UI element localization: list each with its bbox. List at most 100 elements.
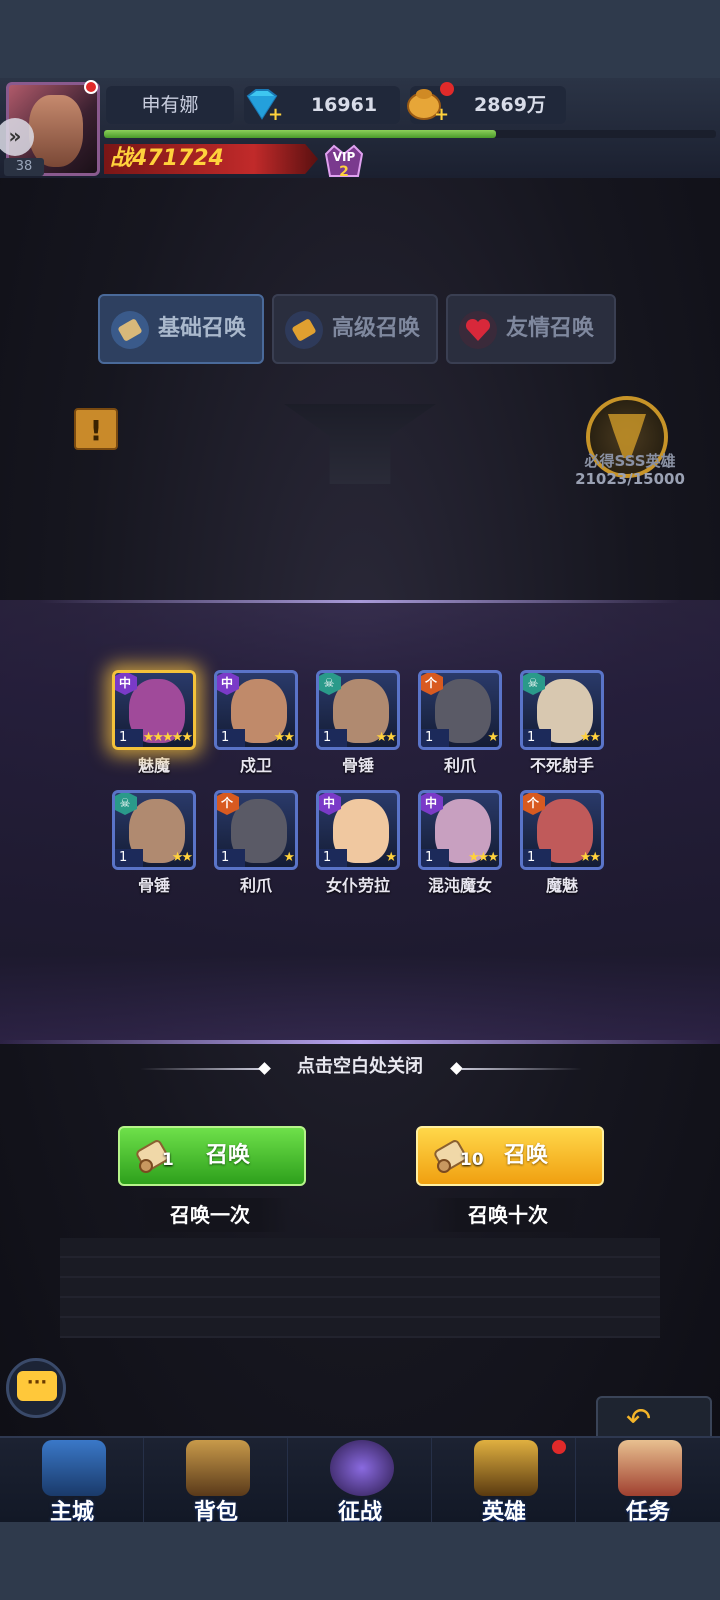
- power-value: 471724: [132, 146, 224, 171]
- scroll-cost: 1: [162, 1150, 174, 1170]
- hero-stars: ★★: [273, 730, 295, 745]
- chat-icon: ···: [17, 1371, 57, 1401]
- summon-once-button[interactable]: 1 召唤: [118, 1126, 306, 1186]
- player-name: 申有娜: [106, 86, 234, 124]
- hero-stars: ★★: [579, 850, 601, 865]
- hero-portrait: 中 1 ★★★: [418, 790, 502, 870]
- summon-altar: [284, 404, 436, 484]
- hero-level: 1: [421, 849, 449, 867]
- notification-dot: [552, 1440, 566, 1454]
- gem-amount: 16961: [310, 94, 378, 116]
- hero-name: 骨锤: [341, 756, 374, 775]
- hero-portrait: ☠ 1 ★★: [112, 790, 196, 870]
- hero-portrait: 个 1 ★: [418, 670, 502, 750]
- hero-portrait: 个 1 ★: [214, 790, 298, 870]
- add-gold-icon[interactable]: +: [434, 106, 449, 124]
- hero-portrait: 个 1 ★★: [520, 790, 604, 870]
- hero-level: 1: [115, 849, 143, 867]
- vip-label: VIP: [332, 150, 356, 164]
- tab-label: 高级召唤: [332, 316, 421, 341]
- summon-ten-button[interactable]: 10 召唤: [416, 1126, 604, 1186]
- nav-label: 任务: [625, 1500, 670, 1522]
- hero-stars: ★: [385, 850, 397, 865]
- golden-scroll-icon: [285, 311, 323, 349]
- hero-result[interactable]: 个 1 ★ 利爪: [212, 790, 300, 896]
- exp-bar: [104, 130, 716, 138]
- hero-name: 女仆劳拉: [325, 876, 390, 895]
- hero-result[interactable]: ☠ 1 ★★ 骨锤: [314, 670, 402, 776]
- hero-level: 1: [217, 849, 245, 867]
- gold-counter[interactable]: + 2869万: [407, 82, 566, 124]
- hero-level: 1: [523, 729, 551, 747]
- hero-level: 1: [523, 849, 551, 867]
- summon-ten-caption: 召唤十次: [428, 1198, 588, 1232]
- castle-icon: [42, 1440, 106, 1496]
- hero-name: 戍卫: [239, 756, 272, 775]
- scroll-cost: 10: [460, 1150, 484, 1170]
- hero-stars: ★★: [375, 730, 397, 745]
- hero-name: 不死射手: [529, 756, 594, 775]
- hero-stars: ★★★★★: [142, 730, 193, 745]
- hero-result[interactable]: 中 1 ★★★★★ 魅魔: [110, 670, 198, 776]
- exp-bar-fill: [104, 130, 496, 138]
- chest-icon: [186, 1440, 250, 1496]
- gem-counter[interactable]: + 16961: [244, 86, 400, 124]
- tab-label: 基础召唤: [158, 316, 247, 341]
- hero-stars: ★★: [579, 730, 601, 745]
- status-bar: [0, 0, 720, 78]
- nav-campaign[interactable]: 征战: [288, 1438, 432, 1522]
- tab-basic-summon[interactable]: 基础召唤: [98, 294, 264, 364]
- nav-heroes[interactable]: 英雄: [432, 1438, 576, 1522]
- hero-name: 利爪: [239, 876, 272, 895]
- summon-screen: » 38 申有娜 + 16961 + 2869万 战471724 VIP 2 基…: [0, 78, 720, 1522]
- hero-result[interactable]: ☠ 1 ★★ 骨锤: [110, 790, 198, 896]
- hero-stars: ★★: [171, 850, 193, 865]
- player-level: 38: [4, 158, 44, 176]
- portal-icon: [330, 1440, 394, 1496]
- chat-button[interactable]: ···: [6, 1358, 66, 1418]
- hero-name: 利爪: [443, 756, 476, 775]
- hero-level: 1: [319, 849, 347, 867]
- hero-stars: ★: [487, 730, 499, 745]
- hero-portrait: 中 1 ★: [316, 790, 400, 870]
- tab-friendship-summon[interactable]: 友情召唤: [446, 294, 616, 364]
- summon-once-caption: 召唤一次: [130, 1198, 290, 1232]
- hero-portrait: 中 1 ★★: [214, 670, 298, 750]
- goal-label: 必得SSS英雄: [584, 452, 676, 470]
- hero-portrait: 中 1 ★★★★★: [112, 670, 196, 750]
- scroll-icon: [111, 311, 149, 349]
- stairs-background: [60, 1238, 660, 1338]
- nav-label: 主城: [49, 1500, 94, 1522]
- hero-level: 1: [115, 729, 143, 747]
- hero-name: 混沌魔女: [427, 876, 492, 895]
- tab-advanced-summon[interactable]: 高级召唤: [272, 294, 438, 364]
- info-alert-button[interactable]: !: [74, 408, 118, 450]
- hero-name: 魅魔: [137, 756, 170, 775]
- nav-main-city[interactable]: 主城: [0, 1438, 144, 1522]
- hero-level: 1: [319, 729, 347, 747]
- summon-button-label: 召唤: [504, 1143, 549, 1168]
- gold-amount: 2869万: [474, 94, 546, 116]
- nav-tasks[interactable]: 任务: [576, 1438, 720, 1522]
- notification-dot: [84, 80, 98, 94]
- hero-result[interactable]: 中 1 ★★★ 混沌魔女: [416, 790, 504, 896]
- hero-stars: ★★★: [468, 850, 499, 865]
- hero-result[interactable]: ☠ 1 ★★ 不死射手: [518, 670, 606, 776]
- summon-button-label: 召唤: [206, 1143, 251, 1168]
- divider-right: [462, 1068, 582, 1070]
- hero-portrait: ☠ 1 ★★: [316, 670, 400, 750]
- close-hint: 点击空白处关闭: [297, 1056, 423, 1077]
- nav-backpack[interactable]: 背包: [144, 1438, 288, 1522]
- hero-name: 骨锤: [137, 876, 170, 895]
- hero-result[interactable]: 中 1 ★ 女仆劳拉: [314, 790, 402, 896]
- hero-result[interactable]: 个 1 ★ 利爪: [416, 670, 504, 776]
- hero-result[interactable]: 中 1 ★★ 戍卫: [212, 670, 300, 776]
- vip-badge[interactable]: VIP 2: [322, 140, 366, 180]
- quest-scroll-icon: [618, 1440, 682, 1496]
- hero-result[interactable]: 个 1 ★★ 魔魅: [518, 790, 606, 896]
- hero-portrait: ☠ 1 ★★: [520, 670, 604, 750]
- bottom-nav: 主城 背包 征战 英雄 任务: [0, 1436, 720, 1522]
- add-gems-icon[interactable]: +: [268, 106, 283, 124]
- nav-label: 征战: [337, 1500, 382, 1522]
- hero-level: 1: [421, 729, 449, 747]
